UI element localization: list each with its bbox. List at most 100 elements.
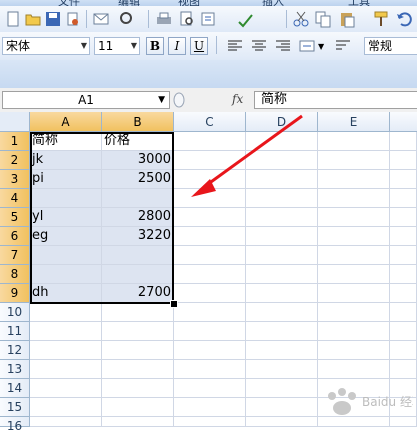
row-header[interactable]: 3 [0,170,30,189]
cell-e8[interactable] [318,265,390,284]
cell-c8[interactable] [174,265,246,284]
row-header[interactable]: 11 [0,322,30,341]
permission-icon[interactable] [64,10,82,28]
row-header[interactable]: 2 [0,151,30,170]
cell-c15[interactable] [174,398,246,417]
spelling-check-icon[interactable] [236,10,254,28]
cell-b3[interactable]: 2500 [102,170,174,189]
cell-a5[interactable]: yl [30,208,102,227]
cell-f4[interactable] [390,189,417,208]
cell-d14[interactable] [246,379,318,398]
cell-e6[interactable] [318,227,390,246]
cell-c3[interactable] [174,170,246,189]
cell-c16[interactable] [174,417,246,427]
cell-c11[interactable] [174,322,246,341]
column-header-e[interactable]: E [318,112,390,132]
cell-e11[interactable] [318,322,390,341]
row-header[interactable]: 5 [0,208,30,227]
cell-d11[interactable] [246,322,318,341]
cell-d6[interactable] [246,227,318,246]
row-header[interactable]: 9 [0,284,30,303]
cell-f6[interactable] [390,227,417,246]
email-icon[interactable] [92,10,110,28]
cell-d8[interactable] [246,265,318,284]
row-header[interactable]: 4 [0,189,30,208]
undo-icon[interactable] [395,10,413,28]
row-header[interactable]: 8 [0,265,30,284]
cell-b8[interactable] [102,265,174,284]
row-header[interactable]: 14 [0,379,30,398]
open-folder-icon[interactable] [24,10,42,28]
cell-b10[interactable] [102,303,174,322]
name-box[interactable]: A1 ▼ [2,91,170,109]
cell-e1[interactable] [318,132,390,151]
scroll-handle-icon[interactable] [172,92,186,108]
row-header[interactable]: 15 [0,398,30,417]
row-header[interactable]: 10 [0,303,30,322]
research-icon[interactable] [200,10,218,28]
cell-b11[interactable] [102,322,174,341]
cell-b9[interactable]: 2700 [102,284,174,303]
cell-f1[interactable] [390,132,417,151]
new-document-icon[interactable] [4,10,22,28]
column-header-c[interactable]: C [174,112,246,132]
cell-a12[interactable] [30,341,102,360]
cell-b12[interactable] [102,341,174,360]
cell-c9[interactable] [174,284,246,303]
row-header[interactable]: 6 [0,227,30,246]
cell-f11[interactable] [390,322,417,341]
align-left-icon[interactable] [226,37,244,55]
cell-d13[interactable] [246,360,318,379]
format-painter-icon[interactable] [372,10,390,28]
row-header[interactable]: 13 [0,360,30,379]
cell-c2[interactable] [174,151,246,170]
column-header-f[interactable] [390,112,417,132]
cell-b7[interactable] [102,246,174,265]
cell-c10[interactable] [174,303,246,322]
cell-e9[interactable] [318,284,390,303]
cell-c1[interactable] [174,132,246,151]
align-center-icon[interactable] [250,37,268,55]
cell-c4[interactable] [174,189,246,208]
cell-d1[interactable] [246,132,318,151]
cut-icon[interactable] [292,10,310,28]
cell-c7[interactable] [174,246,246,265]
cell-b13[interactable] [102,360,174,379]
cell-d5[interactable] [246,208,318,227]
cell-d3[interactable] [246,170,318,189]
cell-e4[interactable] [318,189,390,208]
cell-a7[interactable] [30,246,102,265]
fill-handle[interactable] [170,300,178,308]
row-header[interactable]: 12 [0,341,30,360]
cell-d4[interactable] [246,189,318,208]
cell-f2[interactable] [390,151,417,170]
cell-a11[interactable] [30,322,102,341]
cell-d15[interactable] [246,398,318,417]
cell-e2[interactable] [318,151,390,170]
bold-button[interactable]: B [146,37,164,55]
cell-a16[interactable] [30,417,102,427]
cell-e12[interactable] [318,341,390,360]
formula-input[interactable]: 简称 [254,91,417,109]
row-header[interactable]: 1 [0,132,30,151]
row-header[interactable]: 16 [0,417,30,433]
cell-b16[interactable] [102,417,174,427]
wrap-text-icon[interactable] [334,37,352,55]
cell-e7[interactable] [318,246,390,265]
print-icon[interactable] [155,10,173,28]
column-header-a[interactable]: A [30,112,102,132]
save-icon[interactable] [44,10,62,28]
cell-f9[interactable] [390,284,417,303]
font-name-select[interactable]: 宋体 ▼ [2,37,90,55]
cell-f5[interactable] [390,208,417,227]
underline-button[interactable]: U [190,37,208,55]
cell-b4[interactable] [102,189,174,208]
cell-c13[interactable] [174,360,246,379]
merge-center-icon[interactable] [298,37,316,55]
paste-icon[interactable] [338,10,356,28]
cell-b6[interactable]: 3220 [102,227,174,246]
column-header-d[interactable]: D [246,112,318,132]
cell-b5[interactable]: 2800 [102,208,174,227]
cell-d7[interactable] [246,246,318,265]
font-size-select[interactable]: 11 ▼ [94,37,140,55]
